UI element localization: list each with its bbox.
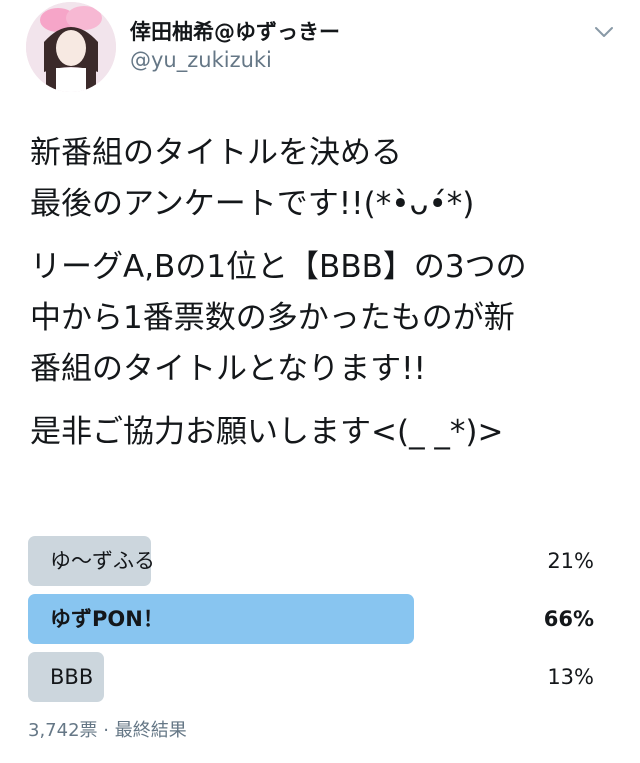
chevron-down-icon[interactable]	[592, 20, 616, 44]
poll-option: ゆ〜ずふる 21%	[28, 536, 614, 586]
tweet-text: 新番組のタイトルを決める 最後のアンケートです!!(*•̀ᴗ•́*) リーグA,…	[30, 128, 620, 458]
tweet-line: 中から1番票数の多かったものが新	[30, 300, 515, 336]
poll-option: BBB 13%	[28, 652, 614, 702]
poll-option-percent: 13%	[547, 665, 594, 689]
tweet-line: 新番組のタイトルを決める	[30, 135, 402, 171]
tweet-line: 番組のタイトルとなります!!	[30, 351, 426, 387]
avatar[interactable]	[26, 2, 116, 92]
poll-option-percent: 21%	[547, 549, 594, 573]
poll-option-label: BBB	[50, 665, 94, 689]
poll-option: ゆずPON！ 66%	[28, 594, 614, 644]
poll-option-percent: 66%	[543, 607, 594, 631]
poll-option-label: ゆ〜ずふる	[50, 549, 155, 573]
poll-status: 最終結果	[114, 720, 187, 741]
poll-option-label: ゆずPON！	[50, 607, 164, 631]
vote-count: 3,742票	[28, 720, 98, 741]
tweet-line: 是非ご協力お願いします<(_ _*)>	[30, 414, 504, 450]
display-name[interactable]: 倖田柚希@ゆずっきー	[130, 16, 340, 46]
tweet-header: 倖田柚希@ゆずっきー @yu_zukizuki	[0, 0, 640, 100]
poll: ゆ〜ずふる 21% ゆずPON！ 66% BBB 13%	[28, 536, 614, 710]
avatar-image	[26, 2, 116, 92]
tweet-line: 最後のアンケートです!!(*•̀ᴗ•́*)	[30, 186, 475, 222]
user-handle[interactable]: @yu_zukizuki	[130, 48, 272, 72]
poll-meta: 3,742票 · 最終結果	[28, 716, 187, 742]
tweet-line: リーグA,Bの1位と【BBB】の3つの	[30, 249, 527, 285]
meta-separator: ·	[103, 720, 109, 741]
